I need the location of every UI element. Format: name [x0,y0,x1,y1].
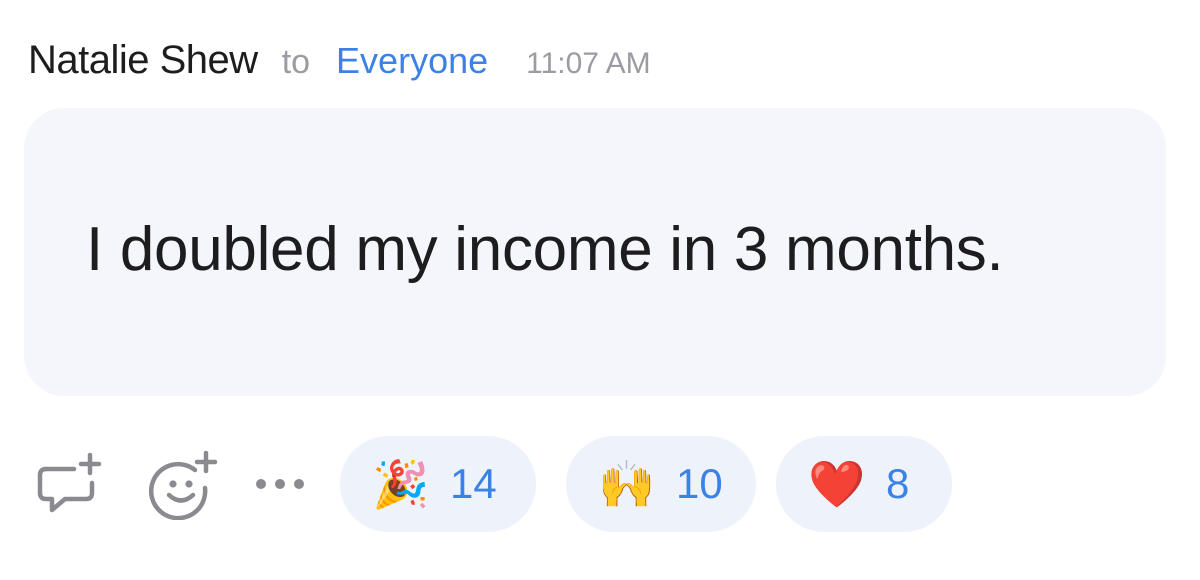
smiley-plus-icon [147,448,219,520]
reaction-count: 10 [676,460,723,507]
reply-button[interactable] [30,445,108,523]
comment-plus-icon [34,449,104,519]
reaction-party-popper[interactable]: 🎉 14 [340,436,536,532]
message-actions: 🎉 14 🙌 10 ❤️ 8 [30,436,952,532]
red-heart-icon: ❤️ [808,458,866,510]
reaction-count: 14 [450,460,497,507]
party-popper-icon: 🎉 [372,458,430,510]
recipient-link[interactable]: Everyone [336,40,488,82]
reaction-raised-hands[interactable]: 🙌 10 [566,436,756,532]
raised-hands-icon: 🙌 [598,458,656,510]
more-options-button[interactable] [250,445,310,523]
message-bubble: I doubled my income in 3 months. [24,108,1166,396]
message-timestamp: 11:07 AM [526,47,651,80]
chat-message: Natalie Shew to Everyone 11:07 AM I doub… [0,0,1200,580]
reaction-red-heart[interactable]: ❤️ 8 [776,436,952,532]
reaction-count: 8 [886,460,910,507]
message-text: I doubled my income in 3 months. [86,214,1004,284]
message-header: Natalie Shew to Everyone 11:07 AM [28,38,651,88]
to-label: to [281,43,311,81]
sender-name[interactable]: Natalie Shew [28,38,258,83]
ellipsis-icon [254,477,306,491]
add-reaction-button[interactable] [144,445,222,523]
